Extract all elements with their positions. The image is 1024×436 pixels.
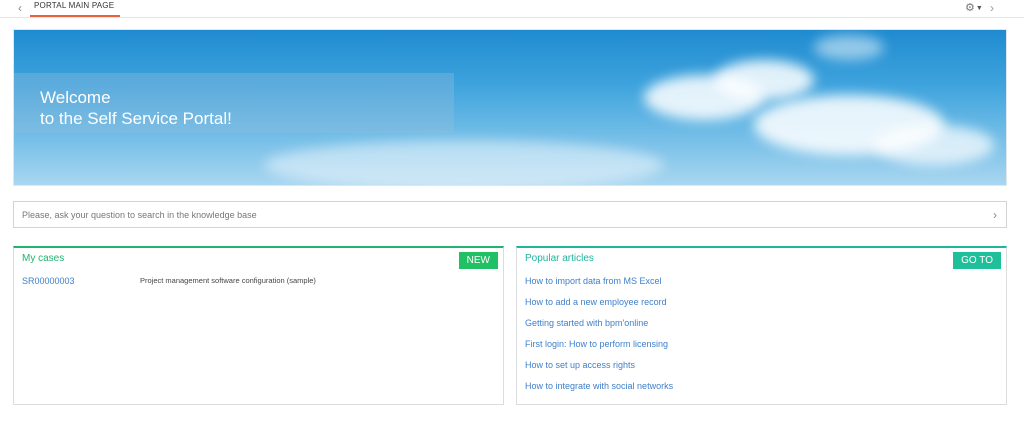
list-item[interactable]: How to import data from MS Excel: [525, 276, 673, 297]
welcome-banner: Welcome to the Self Service Portal!: [13, 29, 1007, 186]
chevron-left-icon[interactable]: ‹: [18, 2, 28, 14]
caret-down-icon: ▼: [975, 4, 983, 12]
tab-label: PORTAL MAIN PAGE: [34, 1, 115, 10]
article-list: How to import data from MS Excel How to …: [525, 276, 673, 402]
list-item[interactable]: How to set up access rights: [525, 360, 673, 381]
go-to-button[interactable]: GO TO: [953, 252, 1001, 269]
search-input[interactable]: Please, ask your question to search in t…: [22, 210, 257, 220]
table-row[interactable]: SR00000003 Project management software c…: [22, 276, 492, 290]
list-item[interactable]: Getting started with bpm'online: [525, 318, 673, 339]
gear-icon: ⚙: [965, 1, 975, 14]
cloud-shape: [814, 35, 884, 60]
top-bar: ‹ PORTAL MAIN PAGE ⚙ ▼ ›: [0, 0, 1024, 18]
case-id-link[interactable]: SR00000003: [22, 276, 75, 286]
list-item[interactable]: How to add a new employee record: [525, 297, 673, 318]
list-item[interactable]: How to integrate with social networks: [525, 381, 673, 402]
settings-button[interactable]: ⚙ ▼: [965, 1, 983, 15]
tab-portal-main-page[interactable]: PORTAL MAIN PAGE: [30, 0, 121, 18]
new-case-button[interactable]: NEW: [458, 252, 498, 269]
knowledge-base-search[interactable]: Please, ask your question to search in t…: [13, 201, 1007, 228]
cloud-shape: [874, 125, 994, 165]
cloud-shape: [264, 140, 664, 185]
panel-title: My cases: [22, 253, 65, 264]
popular-articles-panel: Popular articles GO TO How to import dat…: [516, 246, 1007, 405]
chevron-right-icon[interactable]: ›: [990, 2, 994, 14]
panel-title: Popular articles: [525, 253, 594, 264]
cloud-shape: [714, 60, 814, 100]
welcome-line-2: to the Self Service Portal!: [40, 109, 232, 128]
welcome-line-1: Welcome: [40, 88, 111, 107]
list-item[interactable]: First login: How to perform licensing: [525, 339, 673, 360]
case-description: Project management software configuratio…: [140, 276, 316, 285]
tab-underline: [30, 15, 121, 17]
chevron-right-icon[interactable]: ›: [993, 208, 997, 222]
welcome-text: Welcome to the Self Service Portal!: [40, 87, 232, 129]
my-cases-panel: My cases NEW SR00000003 Project manageme…: [13, 246, 504, 405]
